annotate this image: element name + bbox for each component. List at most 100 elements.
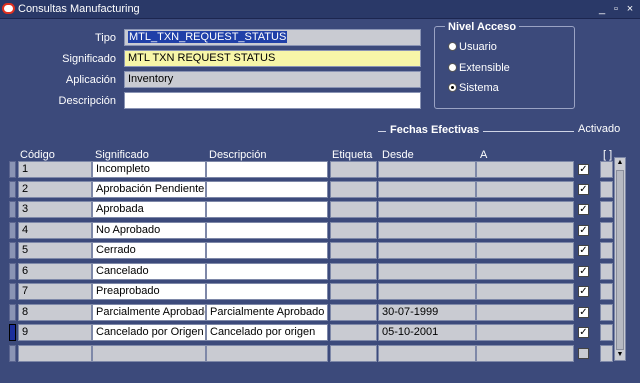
descriptive-flexfield-button[interactable] xyxy=(600,324,613,341)
activado-checkbox[interactable]: ✓ xyxy=(578,266,589,277)
cell-etiqueta[interactable] xyxy=(330,324,377,341)
cell-descripcion[interactable]: Parcialmente Aprobado xyxy=(206,304,328,321)
cell-a[interactable] xyxy=(476,201,574,218)
activado-checkbox[interactable]: ✓ xyxy=(578,286,589,297)
cell-descripcion[interactable] xyxy=(206,345,328,362)
cell-descripcion[interactable] xyxy=(206,242,328,259)
cell-etiqueta[interactable] xyxy=(330,263,377,280)
radio-usuario[interactable]: Usuario xyxy=(448,41,497,55)
cell-significado[interactable]: Incompleto xyxy=(92,161,206,178)
cell-a[interactable] xyxy=(476,263,574,280)
cell-codigo[interactable]: 6 xyxy=(18,263,92,280)
activado-checkbox[interactable]: ✓ xyxy=(578,164,589,175)
tipo-field[interactable]: MTL_TXN_REQUEST_STATUS xyxy=(124,29,421,46)
descriptive-flexfield-button[interactable] xyxy=(600,181,613,198)
cell-descripcion[interactable] xyxy=(206,222,328,239)
cell-descripcion[interactable] xyxy=(206,283,328,300)
cell-etiqueta[interactable] xyxy=(330,304,377,321)
close-button[interactable]: × xyxy=(624,2,636,16)
descriptive-flexfield-button[interactable] xyxy=(600,283,613,300)
row-selector[interactable] xyxy=(9,263,16,280)
activado-checkbox[interactable]: ✓ xyxy=(578,307,589,318)
row-selector[interactable] xyxy=(9,242,16,259)
cell-descripcion[interactable]: Cancelado por origen xyxy=(206,324,328,341)
cell-desde[interactable] xyxy=(378,222,476,239)
cell-significado[interactable] xyxy=(92,345,206,362)
cell-codigo[interactable]: 2 xyxy=(18,181,92,198)
minimize-button[interactable]: _ xyxy=(596,2,608,16)
scroll-up-icon[interactable]: ▲ xyxy=(615,158,625,168)
row-selector[interactable] xyxy=(9,222,16,239)
row-selector[interactable] xyxy=(9,345,16,362)
cell-codigo[interactable]: 3 xyxy=(18,201,92,218)
descriptive-flexfield-button[interactable] xyxy=(600,345,613,362)
cell-significado[interactable]: No Aprobado xyxy=(92,222,206,239)
aplicacion-field[interactable]: Inventory xyxy=(124,71,421,88)
cell-a[interactable] xyxy=(476,161,574,178)
cell-descripcion[interactable] xyxy=(206,161,328,178)
cell-etiqueta[interactable] xyxy=(330,345,377,362)
cell-desde[interactable] xyxy=(378,181,476,198)
cell-significado[interactable]: Cerrado xyxy=(92,242,206,259)
cell-codigo[interactable] xyxy=(18,345,92,362)
cell-etiqueta[interactable] xyxy=(330,181,377,198)
activado-checkbox[interactable] xyxy=(578,348,589,359)
descriptive-flexfield-button[interactable] xyxy=(600,222,613,239)
cell-a[interactable] xyxy=(476,222,574,239)
cell-codigo[interactable]: 1 xyxy=(18,161,92,178)
activado-checkbox[interactable]: ✓ xyxy=(578,327,589,338)
activado-checkbox[interactable]: ✓ xyxy=(578,245,589,256)
cell-a[interactable] xyxy=(476,242,574,259)
cell-desde[interactable] xyxy=(378,263,476,280)
cell-significado[interactable]: Cancelado por Origen xyxy=(92,324,206,341)
significado-field[interactable]: MTL TXN REQUEST STATUS xyxy=(124,50,421,67)
cell-etiqueta[interactable] xyxy=(330,201,377,218)
descriptive-flexfield-button[interactable] xyxy=(600,161,613,178)
cell-a[interactable] xyxy=(476,324,574,341)
descriptive-flexfield-button[interactable] xyxy=(600,201,613,218)
scroll-down-icon[interactable]: ▼ xyxy=(615,350,625,360)
cell-codigo[interactable]: 9 xyxy=(18,324,92,341)
cell-desde[interactable]: 05-10-2001 xyxy=(378,324,476,341)
restore-button[interactable]: ▫ xyxy=(610,2,622,16)
vertical-scrollbar[interactable]: ▲ ▼ xyxy=(614,157,626,361)
cell-desde[interactable] xyxy=(378,161,476,178)
cell-descripcion[interactable] xyxy=(206,201,328,218)
cell-significado[interactable]: Cancelado xyxy=(92,263,206,280)
row-selector[interactable] xyxy=(9,283,16,300)
scroll-thumb[interactable] xyxy=(616,170,624,350)
cell-desde[interactable] xyxy=(378,242,476,259)
radio-extensible[interactable]: Extensible xyxy=(448,62,510,76)
cell-a[interactable] xyxy=(476,283,574,300)
activado-checkbox[interactable]: ✓ xyxy=(578,184,589,195)
row-selector[interactable] xyxy=(9,181,16,198)
descriptive-flexfield-button[interactable] xyxy=(600,242,613,259)
cell-a[interactable] xyxy=(476,181,574,198)
cell-desde[interactable] xyxy=(378,283,476,300)
cell-a[interactable] xyxy=(476,304,574,321)
cell-etiqueta[interactable] xyxy=(330,161,377,178)
descriptive-flexfield-button[interactable] xyxy=(600,263,613,280)
cell-significado[interactable]: Parcialmente Aprobado xyxy=(92,304,206,321)
row-selector[interactable] xyxy=(9,201,16,218)
cell-significado[interactable]: Preaprobado xyxy=(92,283,206,300)
row-selector[interactable] xyxy=(9,324,16,341)
cell-significado[interactable]: Aprobada xyxy=(92,201,206,218)
cell-desde[interactable] xyxy=(378,201,476,218)
cell-desde[interactable]: 30-07-1999 xyxy=(378,304,476,321)
cell-codigo[interactable]: 5 xyxy=(18,242,92,259)
cell-desde[interactable] xyxy=(378,345,476,362)
cell-a[interactable] xyxy=(476,345,574,362)
activado-checkbox[interactable]: ✓ xyxy=(578,204,589,215)
cell-codigo[interactable]: 7 xyxy=(18,283,92,300)
row-selector[interactable] xyxy=(9,161,16,178)
cell-codigo[interactable]: 8 xyxy=(18,304,92,321)
cell-descripcion[interactable] xyxy=(206,181,328,198)
descripcion-field[interactable] xyxy=(124,92,421,109)
cell-etiqueta[interactable] xyxy=(330,283,377,300)
row-selector[interactable] xyxy=(9,304,16,321)
cell-descripcion[interactable] xyxy=(206,263,328,280)
descriptive-flexfield-button[interactable] xyxy=(600,304,613,321)
cell-significado[interactable]: Aprobación Pendiente xyxy=(92,181,206,198)
activado-checkbox[interactable]: ✓ xyxy=(578,225,589,236)
